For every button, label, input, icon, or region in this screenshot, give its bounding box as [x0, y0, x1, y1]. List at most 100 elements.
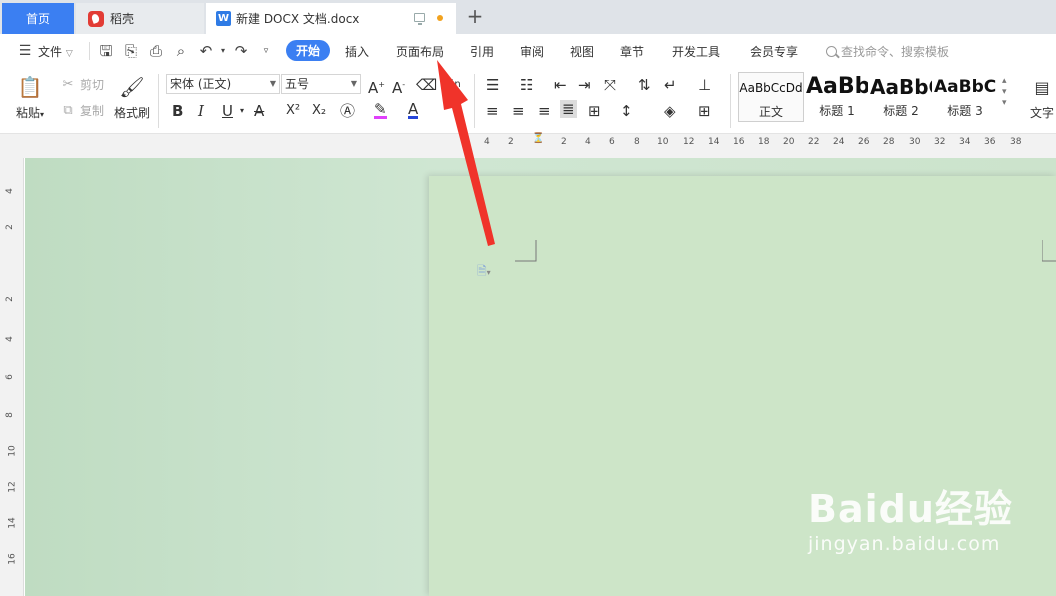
vertical-ruler[interactable]: 4 2 2 4 6 8 10 12 14 16 — [0, 158, 24, 596]
hamburger-icon[interactable]: ☰ — [16, 42, 34, 60]
grow-font-icon[interactable]: A+ — [368, 76, 385, 97]
style-normal[interactable]: AaBbCcDd 正文 — [738, 72, 804, 122]
redo-icon[interactable]: ↷ — [232, 42, 250, 60]
ruler-number: 32 — [934, 137, 946, 147]
divider — [474, 74, 475, 128]
ruler-number: 10 — [7, 445, 18, 457]
export-pdf-icon[interactable]: ⎘ — [122, 42, 140, 60]
numbered-list-icon[interactable]: ☷ — [520, 76, 533, 94]
align-right-icon[interactable]: ≡ — [538, 102, 551, 120]
underline-button[interactable]: U — [222, 102, 233, 120]
indent-marker-icon[interactable]: ⏳ — [532, 134, 544, 156]
font-name-select[interactable]: 宋体 (正文) ▼ — [166, 74, 280, 94]
horizontal-ruler[interactable]: 4 2 2 4 6 8 10 12 14 16 18 20 22 24 26 28 30 32 34 36 38 ⏳ — [0, 134, 1056, 158]
tab-daoke[interactable]: 稻壳 — [76, 3, 204, 34]
undo-icon[interactable]: ↶ — [197, 42, 215, 60]
strikethrough-icon[interactable]: A — [254, 102, 264, 120]
highlight-icon[interactable]: ✎ — [374, 102, 387, 119]
ruler-number: 2 — [561, 137, 567, 147]
style-heading-2[interactable]: AaBbC 标题 2 — [870, 72, 932, 122]
writer-logo-icon: W — [216, 11, 231, 26]
align-center-icon[interactable]: ≡ — [512, 102, 525, 120]
ruler-number: 16 — [733, 137, 745, 147]
unsaved-dot-icon — [437, 15, 443, 21]
align-left-icon[interactable]: ≡ — [486, 102, 499, 120]
copy-icon: ⧉ — [63, 102, 73, 118]
bullet-list-icon[interactable]: ☰ — [486, 76, 499, 94]
justify-icon[interactable]: ≣ — [560, 100, 577, 118]
font-color-icon[interactable]: A — [408, 102, 419, 119]
ruler-number: 28 — [883, 137, 895, 147]
ruler-number: 14 — [708, 137, 720, 147]
superscript-button[interactable]: X² — [286, 102, 300, 120]
styles-scroll-icon[interactable]: ▴ ▾ ▾ — [1002, 76, 1007, 109]
tab-document[interactable]: W 新建 DOCX 文档.docx — [206, 3, 456, 34]
margin-corner-right — [1042, 240, 1056, 262]
print-preview-icon[interactable]: ⌕ — [172, 42, 190, 60]
tab-member[interactable]: 会员专享 — [750, 43, 798, 60]
tab-start[interactable]: 开始 — [286, 40, 330, 61]
paragraph-options-icon[interactable]: 🗎▾ — [477, 262, 491, 283]
watermark-sub: jingyan.baidu.com — [808, 533, 1001, 555]
search-placeholder: 查找命令、搜索模板 — [841, 45, 950, 59]
tab-stop-icon[interactable]: ⊥ — [698, 76, 711, 94]
tab-view[interactable]: 视图 — [570, 43, 594, 60]
menu-file[interactable]: 文件 ▽ — [38, 43, 73, 60]
monitor-icon[interactable] — [414, 13, 425, 25]
increase-indent-icon[interactable]: ⇥ — [578, 76, 591, 94]
tab-references[interactable]: 引用 — [470, 43, 494, 60]
bold-button[interactable]: B — [172, 102, 183, 120]
tab-insert[interactable]: 插入 — [345, 43, 369, 60]
margin-corner-left — [515, 240, 537, 262]
new-tab-button[interactable]: + — [466, 6, 484, 26]
subscript-button[interactable]: X₂ — [312, 102, 326, 120]
brush-icon: 🖌 — [119, 75, 145, 99]
ruler-number: 34 — [959, 137, 971, 147]
tab-chapter[interactable]: 章节 — [620, 43, 644, 60]
text-effect-icon[interactable]: Ⓐ — [340, 102, 355, 120]
more-dropdown-icon[interactable]: ▿ — [257, 42, 275, 60]
clear-format-icon[interactable]: ⌫ — [416, 76, 437, 94]
watermark: Baidu经验 jingyan.baidu.com — [808, 478, 1013, 555]
text-tools-label: 文字 — [1029, 106, 1054, 120]
menu-bar: ☰ 文件 ▽ 🖫 ⎘ ⎙ ⌕ ↶ ▾ ↷ ▿ 开始 插入 页面布局 引用 审阅 … — [0, 34, 1056, 68]
search-box[interactable]: 查找命令、搜索模板 — [826, 43, 949, 60]
tab-developer[interactable]: 开发工具 — [672, 43, 720, 60]
print-icon[interactable]: ⎙ — [147, 42, 165, 60]
font-size-select[interactable]: 五号 ▼ — [281, 74, 361, 94]
tab-bar: 首页 稻壳 W 新建 DOCX 文档.docx + — [0, 0, 1056, 34]
ruler-number: 8 — [634, 137, 640, 147]
search-icon — [826, 46, 837, 57]
cut-button[interactable]: ✂ 剪切 — [60, 76, 104, 93]
format-painter-button[interactable]: 🖌 格式刷 — [112, 74, 152, 121]
decrease-indent-icon[interactable]: ⇤ — [554, 76, 567, 94]
distribute-icon[interactable]: ⊞ — [588, 102, 601, 120]
shrink-font-icon[interactable]: A- — [392, 76, 405, 97]
tab-page-layout[interactable]: 页面布局 — [396, 43, 444, 60]
line-spacing-icon[interactable]: ↕ — [620, 102, 633, 120]
chinese-layout-icon[interactable]: ⤧ — [604, 76, 616, 94]
tab-review[interactable]: 审阅 — [520, 43, 544, 60]
undo-dropdown-icon[interactable]: ▾ — [214, 42, 232, 60]
text-tools-button[interactable]: ▤ 文字 — [1028, 74, 1056, 121]
ruler-number: 2 — [4, 296, 15, 302]
style-heading-1[interactable]: AaBb 标题 1 — [806, 72, 868, 122]
italic-button[interactable]: I — [198, 102, 204, 120]
shading-icon[interactable]: ◈ — [664, 102, 676, 120]
ruler-number: 24 — [833, 137, 845, 147]
borders-icon[interactable]: ⊞ — [698, 102, 711, 120]
sort-icon[interactable]: ⇅ — [638, 76, 651, 94]
paste-button[interactable]: 📋 粘贴▾ — [14, 74, 46, 121]
tab-document-label: 新建 DOCX 文档.docx — [236, 12, 360, 26]
paste-dropdown-icon: ▾ — [40, 110, 45, 119]
style-heading-3[interactable]: AaBbC 标题 3 — [934, 72, 996, 122]
ruler-number: 12 — [7, 481, 18, 493]
ruler-number: 12 — [683, 137, 695, 147]
tab-home[interactable]: 首页 — [2, 3, 74, 34]
show-marks-icon[interactable]: ↵ — [664, 76, 677, 94]
pinyin-icon[interactable]: wén — [440, 76, 461, 94]
save-icon[interactable]: 🖫 — [97, 42, 115, 60]
style-name: 标题 1 — [819, 104, 855, 118]
copy-button[interactable]: ⧉ 复制 — [60, 102, 104, 119]
chevron-down-icon[interactable]: ▾ — [240, 102, 244, 120]
